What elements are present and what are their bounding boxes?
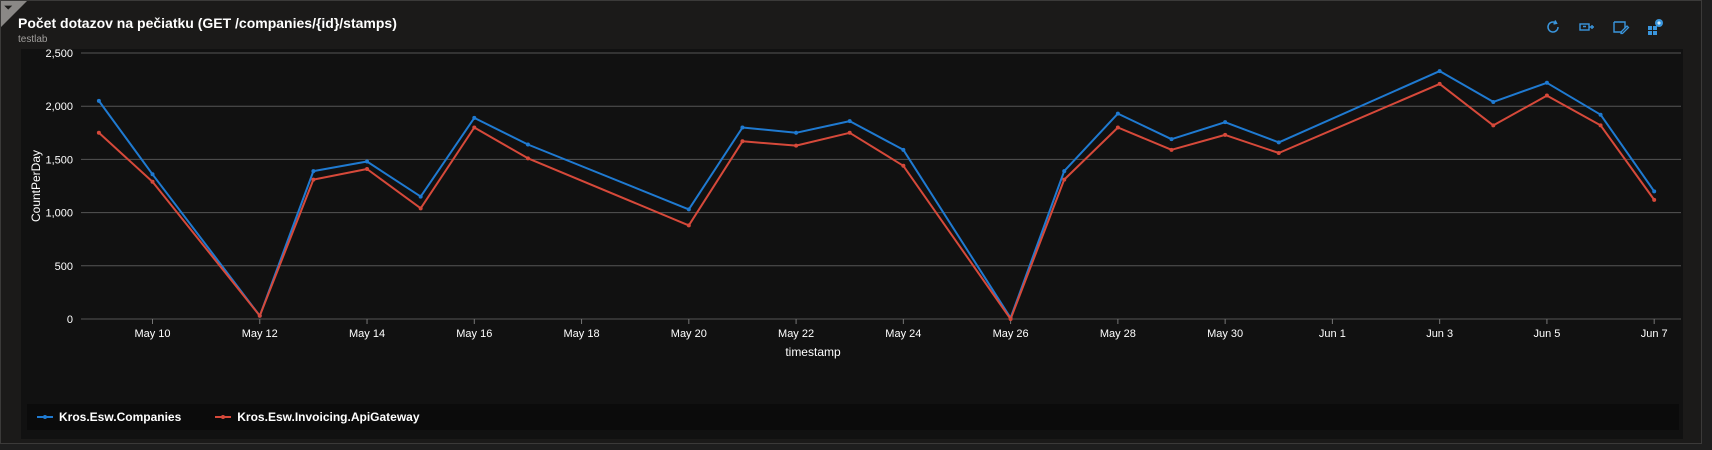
x-tick-label: Jun 3 <box>1426 328 1453 340</box>
data-point <box>686 207 691 212</box>
data-point <box>740 125 745 130</box>
data-point <box>525 142 530 147</box>
data-point <box>1544 93 1549 98</box>
data-point <box>150 179 155 184</box>
data-point <box>901 147 906 152</box>
data-point <box>1276 140 1281 145</box>
x-tick-label: Jun 1 <box>1319 328 1346 340</box>
data-point <box>418 194 423 199</box>
legend-swatch <box>37 414 53 419</box>
data-point <box>1437 69 1442 74</box>
legend-swatch <box>215 414 232 419</box>
x-tick-label: May 22 <box>778 328 814 340</box>
x-tick-label: May 28 <box>1100 328 1136 340</box>
y-tick-label: 1,500 <box>45 154 73 166</box>
x-tick-label: May 30 <box>1207 328 1243 340</box>
y-axis-title: CountPerDay <box>29 150 43 222</box>
data-point <box>1115 125 1120 130</box>
series-line-0 <box>98 70 1656 319</box>
data-point <box>1652 197 1657 202</box>
series-line-1 <box>98 82 1656 320</box>
data-point <box>740 139 745 144</box>
y-tick-label: 2,500 <box>45 48 73 60</box>
x-axis-title: timestamp <box>785 345 841 359</box>
y-tick-label: 1,000 <box>45 208 73 220</box>
data-point <box>847 119 852 124</box>
legend-label: Kros.Esw.Invoicing.ApiGateway <box>237 410 420 424</box>
data-point <box>1169 147 1174 152</box>
data-point <box>1598 112 1603 117</box>
data-point <box>901 163 906 168</box>
series-layer <box>96 69 1657 321</box>
data-point <box>96 130 101 135</box>
data-point <box>311 169 316 174</box>
data-point <box>365 159 370 164</box>
x-tick-label: May 10 <box>134 328 170 340</box>
data-point <box>1169 137 1174 142</box>
x-tick-label: May 24 <box>885 328 921 340</box>
data-point <box>1062 177 1067 182</box>
data-point <box>1223 132 1228 137</box>
grid-layer <box>81 52 1681 320</box>
x-tick-label: Jun 5 <box>1533 328 1560 340</box>
data-point <box>1276 151 1281 156</box>
x-tick-label: May 20 <box>671 328 707 340</box>
data-point <box>1115 111 1120 116</box>
axis-layer: 0 500 1,000 1,500 2,000 2,500 May 10 May 12 May … <box>45 48 1667 340</box>
data-point <box>1598 123 1603 128</box>
x-tick-label: May 14 <box>349 328 385 340</box>
data-point <box>150 172 155 177</box>
data-point <box>1491 99 1496 104</box>
data-point <box>257 313 262 318</box>
data-point <box>794 130 799 135</box>
data-point <box>1491 123 1496 128</box>
x-tick-label: Jun 7 <box>1641 328 1668 340</box>
legend-item-invoicing[interactable]: Kros.Esw.Invoicing.ApiGateway <box>215 410 420 424</box>
data-point <box>1544 80 1549 85</box>
data-point <box>418 206 423 211</box>
data-point <box>472 125 477 130</box>
data-point <box>96 98 101 103</box>
data-point <box>1062 169 1067 174</box>
data-point <box>1437 81 1442 86</box>
x-tick-label: May 26 <box>993 328 1029 340</box>
data-point <box>1008 317 1013 321</box>
data-point <box>365 166 370 171</box>
data-point <box>472 115 477 120</box>
data-point <box>1223 120 1228 125</box>
legend-item-companies[interactable]: Kros.Esw.Companies <box>37 410 181 424</box>
x-tick-label: May 16 <box>456 328 492 340</box>
data-point <box>311 177 316 182</box>
y-tick-label: 2,000 <box>45 101 73 113</box>
y-tick-label: 500 <box>55 261 73 273</box>
line-chart: 0 500 1,000 1,500 2,000 2,500 May 10 May 12 May … <box>29 48 1681 359</box>
x-tick-label: May 18 <box>564 328 600 340</box>
data-point <box>525 156 530 161</box>
legend-label: Kros.Esw.Companies <box>59 410 182 424</box>
data-point <box>686 223 691 228</box>
data-point <box>847 130 852 135</box>
data-point <box>794 143 799 148</box>
chart-tile: ⏷ Počet dotazov na pečiatku (GET /compan… <box>0 0 1702 444</box>
chart-legend: Kros.Esw.Companies Kros.Esw.Invoicing.Ap… <box>27 404 1679 430</box>
data-point <box>1652 189 1657 194</box>
y-tick-label: 0 <box>67 314 73 326</box>
x-tick-label: May 12 <box>242 328 278 340</box>
